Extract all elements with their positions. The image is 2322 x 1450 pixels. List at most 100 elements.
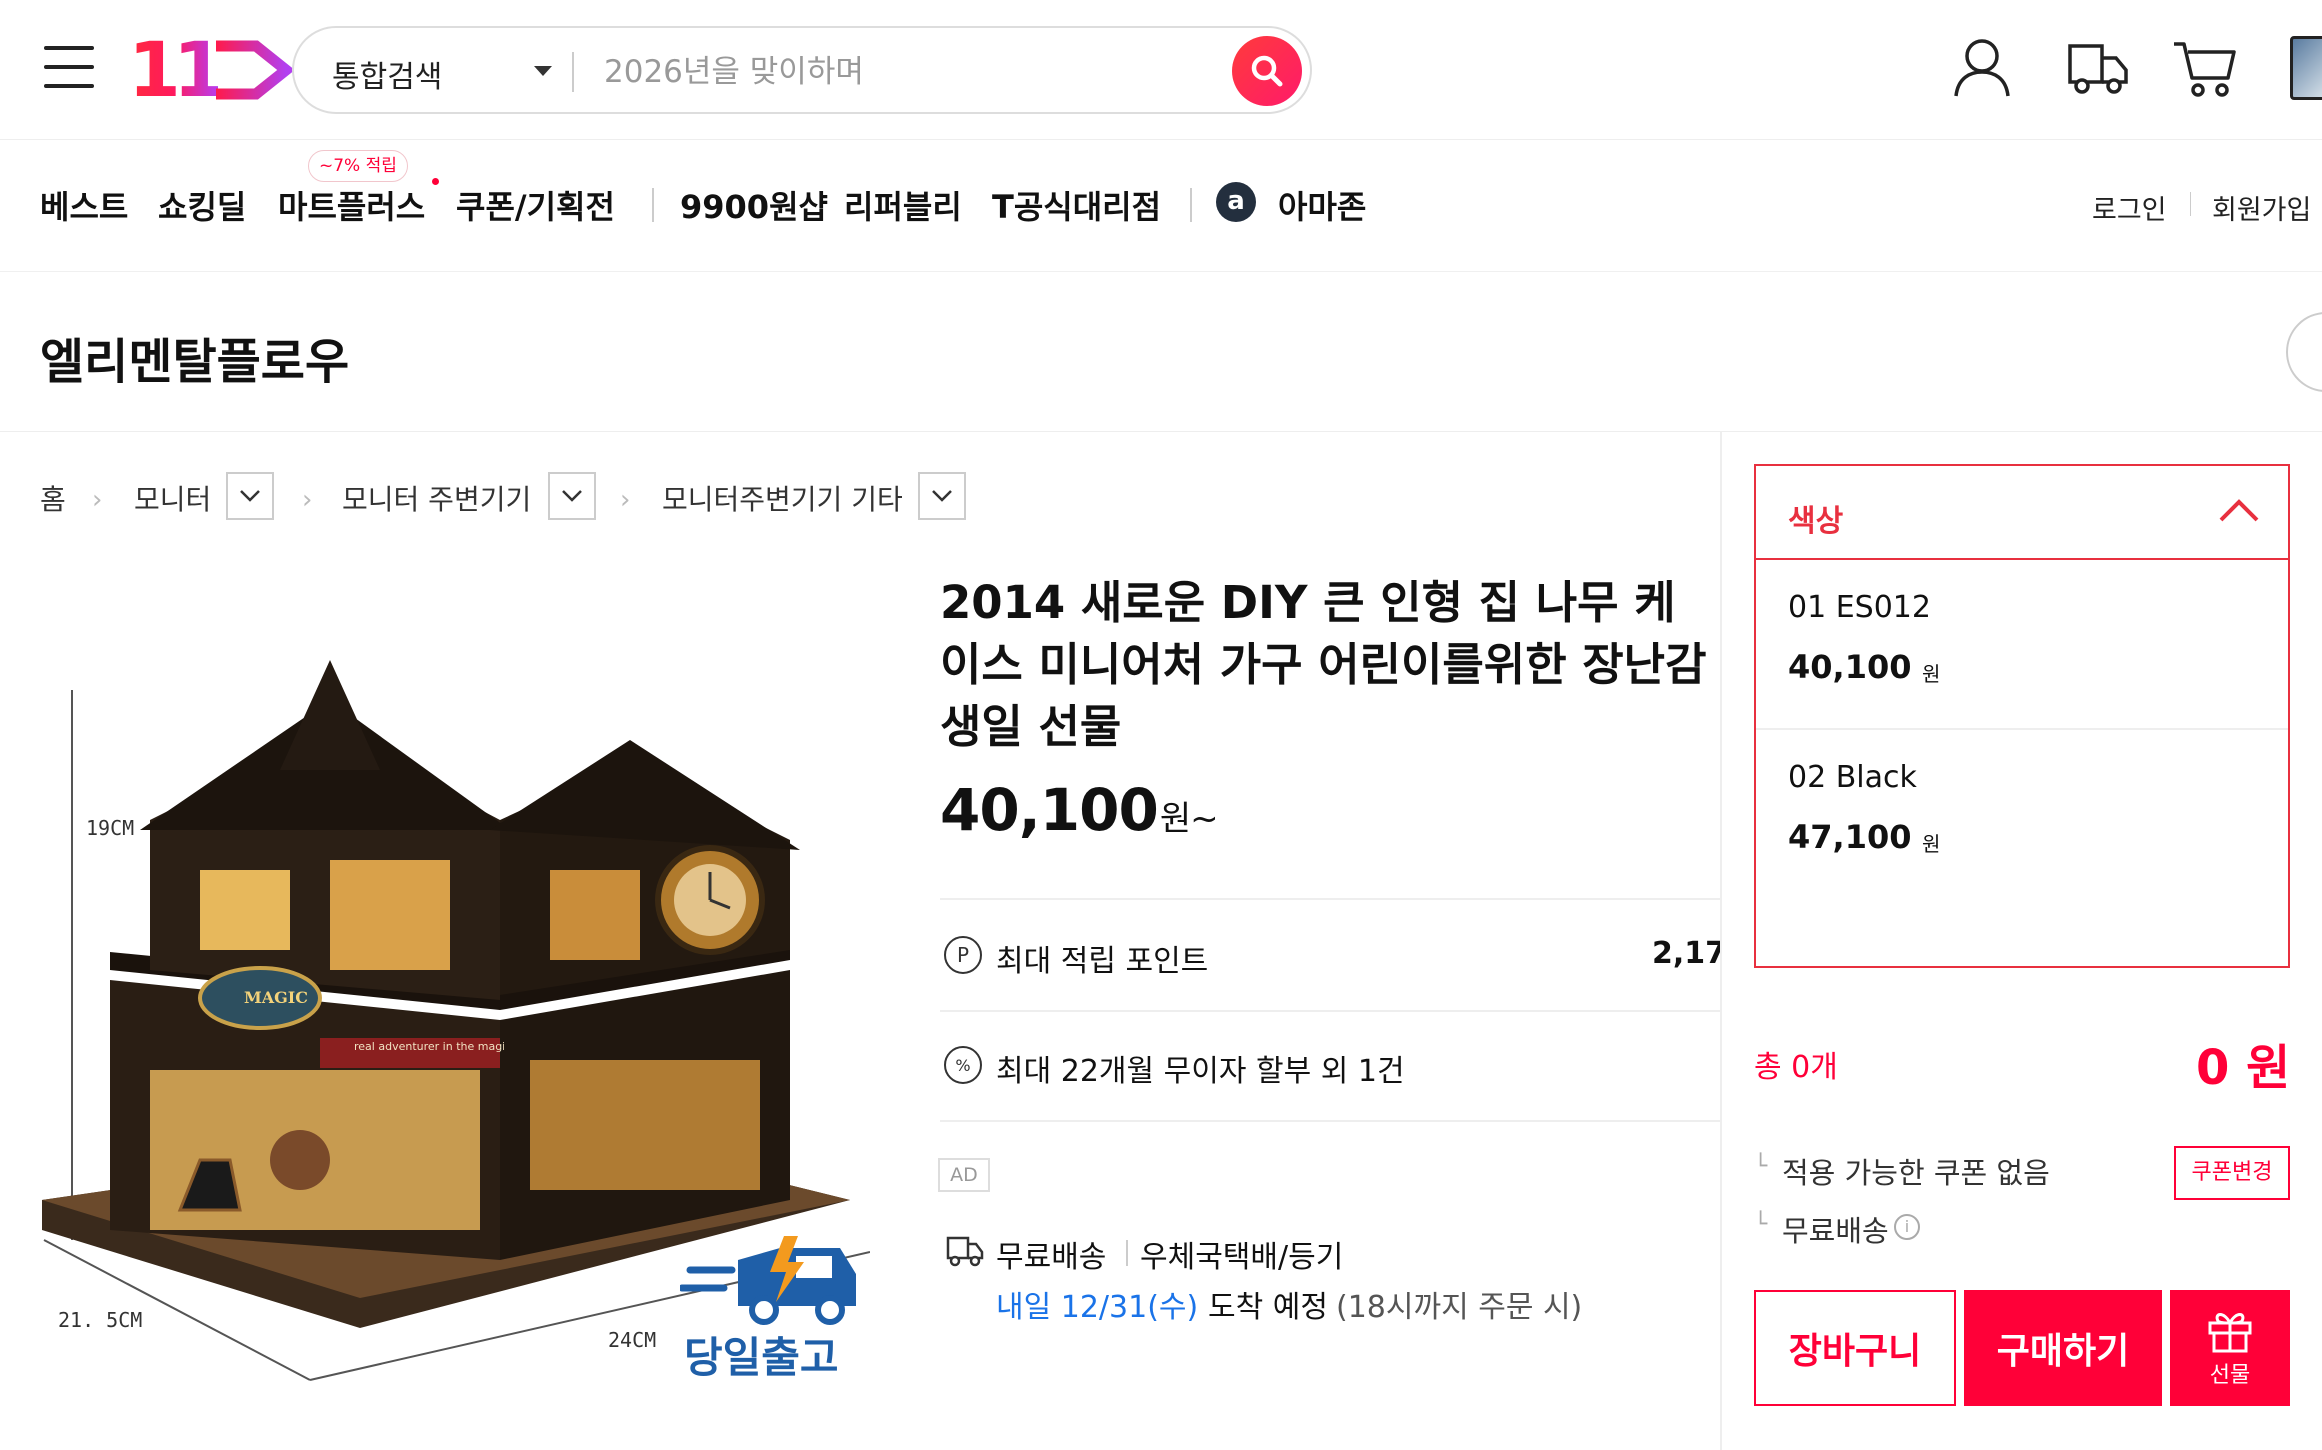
divider bbox=[940, 1120, 1720, 1122]
installment-info[interactable]: 최대 22개월 무이자 할부 외 1건 bbox=[996, 1046, 1405, 1090]
sign-magic: MAGIC bbox=[244, 988, 309, 1007]
sign-banner: real adventurer in the magic bbox=[354, 1040, 504, 1053]
search-icon bbox=[1251, 55, 1283, 87]
chevron-right-icon: › bbox=[620, 485, 631, 515]
store-header: 엘리멘탈플로우 bbox=[0, 272, 2322, 432]
dimension-height: 19CM bbox=[86, 816, 135, 840]
nav-mart-plus[interactable]: 마트플러스 bbox=[278, 182, 425, 228]
option-price-unit: 원 bbox=[1922, 662, 1941, 686]
breadcrumb-dropdown-1[interactable] bbox=[226, 472, 274, 520]
option-item[interactable]: 01 ES012 40,100 원 bbox=[1756, 560, 2288, 730]
chevron-down-icon bbox=[932, 490, 952, 502]
top-header: 11 통합검색 bbox=[0, 0, 2322, 140]
delivery-date: 내일 12/31(수) bbox=[996, 1290, 1199, 1325]
nav-refurbly[interactable]: 리퍼블리 bbox=[844, 182, 962, 228]
option-price-unit: 원 bbox=[1922, 832, 1941, 856]
tree-marker: └ bbox=[1754, 1212, 1768, 1237]
gift-button[interactable]: 선물 bbox=[2170, 1290, 2290, 1406]
gift-label: 선물 bbox=[2209, 1363, 2251, 1388]
nav-shocking-deal[interactable]: 쇼킹딜 bbox=[158, 182, 246, 228]
price-unit: 원~ bbox=[1159, 799, 1219, 839]
search-category-select[interactable]: 통합검색 bbox=[332, 52, 442, 96]
mart-plus-badge: ~7% 적립 bbox=[308, 150, 408, 182]
category-nav: 베스트 쇼킹딜 ~7% 적립 마트플러스 쿠폰/기획전 9900원샵 리퍼블리 … bbox=[0, 140, 2322, 272]
divider bbox=[1190, 188, 1192, 222]
breadcrumb-monitor-peripheral[interactable]: 모니터 주변기기 bbox=[342, 478, 531, 518]
divider bbox=[572, 52, 574, 92]
price-value: 40,100 bbox=[940, 776, 1159, 844]
user-icon[interactable] bbox=[1952, 36, 2012, 100]
divider bbox=[940, 1010, 1720, 1012]
option-item[interactable]: 02 Black 47,100 원 bbox=[1756, 730, 2288, 900]
chevron-down-icon bbox=[562, 490, 582, 502]
logo-arrow-icon bbox=[216, 40, 295, 100]
delivery-note: (18시까지 주문 시) bbox=[1336, 1290, 1583, 1325]
delivery-truck-icon bbox=[680, 1236, 856, 1325]
product-title: 2014 새로운 DIY 큰 인형 집 나무 케이스 미니어처 가구 어린이를위… bbox=[940, 576, 1707, 753]
nav-t-official[interactable]: T공식대리점 bbox=[992, 182, 1161, 228]
installment-icon: % bbox=[944, 1046, 982, 1084]
shipping-type: 무료배송 bbox=[996, 1240, 1107, 1275]
chevron-down-icon bbox=[240, 490, 260, 502]
buy-now-button[interactable]: 구매하기 bbox=[1964, 1290, 2162, 1406]
shipping-truck-icon bbox=[946, 1236, 984, 1267]
add-to-cart-button[interactable]: 장바구니 bbox=[1754, 1290, 1956, 1406]
delivery-truck-icon[interactable] bbox=[2060, 38, 2130, 98]
option-box: 색상 01 ES012 40,100 원 02 Black 47,100 원 bbox=[1754, 464, 2290, 968]
breadcrumb-peripheral-etc[interactable]: 모니터주변기기 기타 bbox=[662, 478, 903, 518]
divider bbox=[2190, 192, 2191, 216]
search-bar: 통합검색 bbox=[292, 26, 1312, 114]
points-label: 최대 적립 포인트 bbox=[996, 944, 1209, 979]
divider bbox=[1126, 1240, 1128, 1266]
nav-best[interactable]: 베스트 bbox=[40, 182, 128, 228]
signup-link[interactable]: 회원가입 bbox=[2212, 188, 2311, 227]
divider bbox=[652, 188, 654, 222]
brand-logo[interactable]: 11 bbox=[124, 30, 295, 110]
store-action-button[interactable] bbox=[2286, 312, 2322, 392]
profile-thumbnail[interactable] bbox=[2290, 36, 2322, 100]
ad-badge: AD bbox=[938, 1158, 990, 1192]
tree-marker: └ bbox=[1754, 1154, 1768, 1179]
menu-icon[interactable] bbox=[44, 44, 94, 90]
chevron-right-icon: › bbox=[302, 485, 313, 515]
product-image[interactable]: 19CM 21. 5CM 24CM MAGIC real adventurer … bbox=[30, 640, 871, 1410]
breadcrumb-dropdown-3[interactable] bbox=[918, 472, 966, 520]
total-count: 총 0개 bbox=[1754, 1050, 1838, 1085]
option-header-label: 색상 bbox=[1788, 504, 1844, 539]
gift-icon bbox=[2208, 1313, 2252, 1353]
chevron-down-icon[interactable] bbox=[534, 66, 552, 76]
free-shipping-label: 무료배송 bbox=[1782, 1214, 1889, 1248]
info-icon[interactable]: i bbox=[1894, 1214, 1920, 1240]
search-button[interactable] bbox=[1232, 36, 1302, 106]
nav-9900-shop[interactable]: 9900원샵 bbox=[680, 182, 828, 228]
option-name: 01 ES012 bbox=[1788, 590, 1931, 625]
dimension-depth: 21. 5CM bbox=[58, 1308, 143, 1332]
new-dot bbox=[432, 178, 439, 185]
nav-coupon-event[interactable]: 쿠폰/기획전 bbox=[456, 182, 615, 228]
coupon-status: 적용 가능한 쿠폰 없음 bbox=[1782, 1156, 2050, 1190]
option-price: 47,100 bbox=[1788, 818, 1912, 856]
login-link[interactable]: 로그인 bbox=[2092, 188, 2167, 227]
points-value: 2,17 bbox=[1652, 936, 1720, 971]
option-price: 40,100 bbox=[1788, 648, 1912, 686]
chevron-right-icon: › bbox=[92, 485, 103, 515]
option-name: 02 Black bbox=[1788, 760, 1917, 795]
product-price: 40,100원~ bbox=[940, 776, 1219, 844]
option-header[interactable]: 색상 bbox=[1756, 466, 2288, 560]
store-name[interactable]: 엘리멘탈플로우 bbox=[40, 322, 349, 392]
chevron-up-icon[interactable] bbox=[2218, 496, 2260, 524]
amazon-icon[interactable]: a bbox=[1216, 182, 1256, 222]
point-icon: P bbox=[944, 936, 982, 974]
breadcrumb-monitor[interactable]: 모니터 bbox=[134, 478, 211, 518]
shipping-carrier: 우체국택배/등기 bbox=[1140, 1240, 1344, 1275]
nav-amazon[interactable]: 아마존 bbox=[1278, 182, 1366, 228]
divider bbox=[940, 898, 1720, 900]
search-input[interactable] bbox=[604, 46, 1204, 98]
cart-icon[interactable] bbox=[2170, 36, 2240, 100]
delivery-arrival: 도착 예정 bbox=[1208, 1290, 1328, 1325]
breadcrumb-dropdown-2[interactable] bbox=[548, 472, 596, 520]
total-price: 0 원 bbox=[2196, 1040, 2291, 1096]
dimension-width: 24CM bbox=[608, 1328, 657, 1352]
coupon-change-button[interactable]: 쿠폰변경 bbox=[2174, 1146, 2290, 1200]
breadcrumb-home[interactable]: 홈 bbox=[40, 478, 66, 518]
